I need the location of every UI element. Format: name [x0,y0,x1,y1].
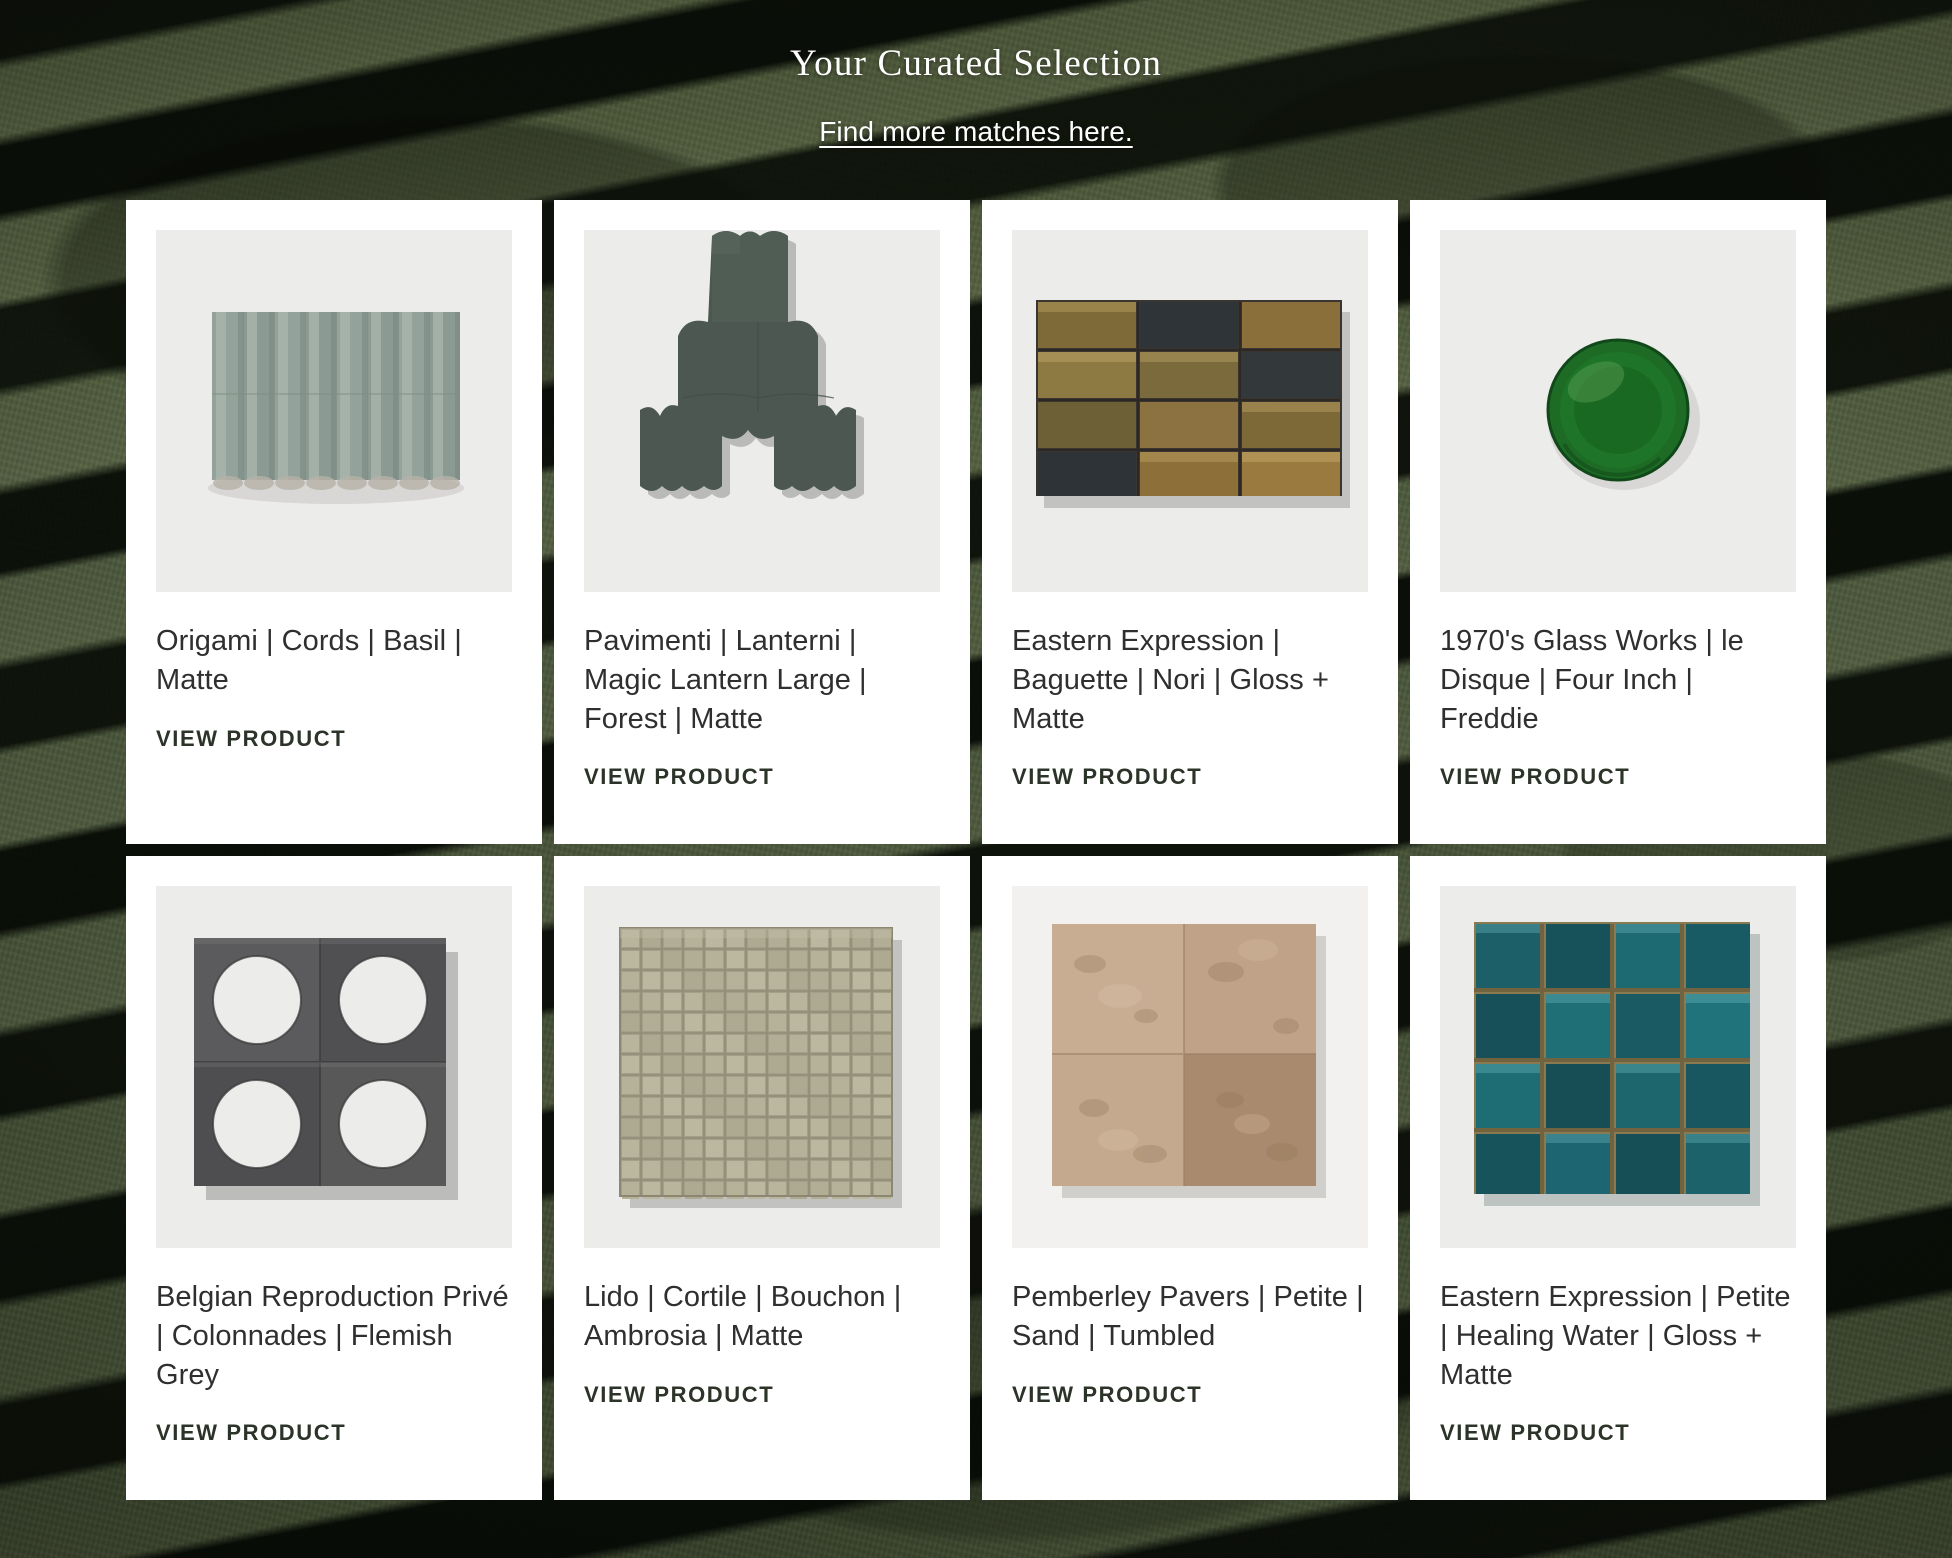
product-title: 1970's Glass Works | le Disque | Four In… [1440,625,1744,735]
page-title: Your Curated Selection [789,43,1163,84]
product-image-colonnades-flemish-grey-stone-tile [156,886,512,1249]
product-image-petite-healing-water-teal-tile [1440,886,1796,1249]
view-product-link[interactable]: VIEW PRODUCT [1440,1420,1630,1446]
product-card-body: Eastern Expression | Petite | Healing Wa… [1440,1248,1796,1500]
find-more-matches-link[interactable]: Find more matches here. [819,116,1133,147]
product-image-cortile-ambrosia-mosaic-tile [584,886,940,1249]
product-card[interactable]: Pemberley Pavers | Petite | Sand | Tumbl… [982,856,1398,1501]
product-card-body: Eastern Expression | Baguette | Nori | G… [1012,592,1368,844]
view-product-link[interactable]: VIEW PRODUCT [1012,1382,1202,1408]
curated-selection-page: Your Curated Selection Find more matches… [0,0,1952,1558]
view-product-link[interactable]: VIEW PRODUCT [156,726,346,752]
product-card-body: Pemberley Pavers | Petite | Sand | Tumbl… [1012,1248,1368,1500]
product-image-fluted-basil-green-tile [156,230,512,593]
product-grid: Origami | Cords | Basil | Matte VIEW PRO… [126,200,1826,1501]
product-card[interactable]: Lido | Cortile | Bouchon | Ambrosia | Ma… [554,856,970,1501]
view-product-link[interactable]: VIEW PRODUCT [1012,764,1202,790]
product-card-body: Lido | Cortile | Bouchon | Ambrosia | Ma… [584,1248,940,1500]
product-title: Pavimenti | Lanterni | Magic Lantern Lar… [584,625,867,735]
view-product-link[interactable]: VIEW PRODUCT [156,1420,346,1446]
product-title: Pemberley Pavers | Petite | Sand | Tumbl… [1012,1281,1364,1352]
product-card-body: Belgian Reproduction Privé | Colonnades … [156,1248,512,1500]
product-title: Origami | Cords | Basil | Matte [156,625,462,696]
product-title: Eastern Expression | Baguette | Nori | G… [1012,625,1329,735]
product-card-body: Origami | Cords | Basil | Matte VIEW PRO… [156,592,512,844]
page-header: Your Curated Selection Find more matches… [0,0,1952,148]
product-image-le-disque-green-glass-round-tile [1440,230,1796,593]
product-title: Lido | Cortile | Bouchon | Ambrosia | Ma… [584,1281,902,1352]
product-title: Belgian Reproduction Privé | Colonnades … [156,1281,509,1391]
product-card[interactable]: Eastern Expression | Baguette | Nori | G… [982,200,1398,845]
subtitle-row: Find more matches here. [0,116,1952,148]
product-card[interactable]: Origami | Cords | Basil | Matte VIEW PRO… [126,200,542,845]
product-card[interactable]: 1970's Glass Works | le Disque | Four In… [1410,200,1826,845]
product-image-baguette-nori-brick-tile [1012,230,1368,593]
product-card[interactable]: Belgian Reproduction Privé | Colonnades … [126,856,542,1501]
product-image-magic-lantern-forest-green-tile [584,230,940,593]
product-card-body: Pavimenti | Lanterni | Magic Lantern Lar… [584,592,940,844]
view-product-link[interactable]: VIEW PRODUCT [1440,764,1630,790]
product-image-pemberley-pavers-sand-tumbled-stone [1012,886,1368,1249]
product-card-body: 1970's Glass Works | le Disque | Four In… [1440,592,1796,844]
view-product-link[interactable]: VIEW PRODUCT [584,1382,774,1408]
product-title: Eastern Expression | Petite | Healing Wa… [1440,1281,1791,1391]
product-card[interactable]: Pavimenti | Lanterni | Magic Lantern Lar… [554,200,970,845]
view-product-link[interactable]: VIEW PRODUCT [584,764,774,790]
product-card[interactable]: Eastern Expression | Petite | Healing Wa… [1410,856,1826,1501]
